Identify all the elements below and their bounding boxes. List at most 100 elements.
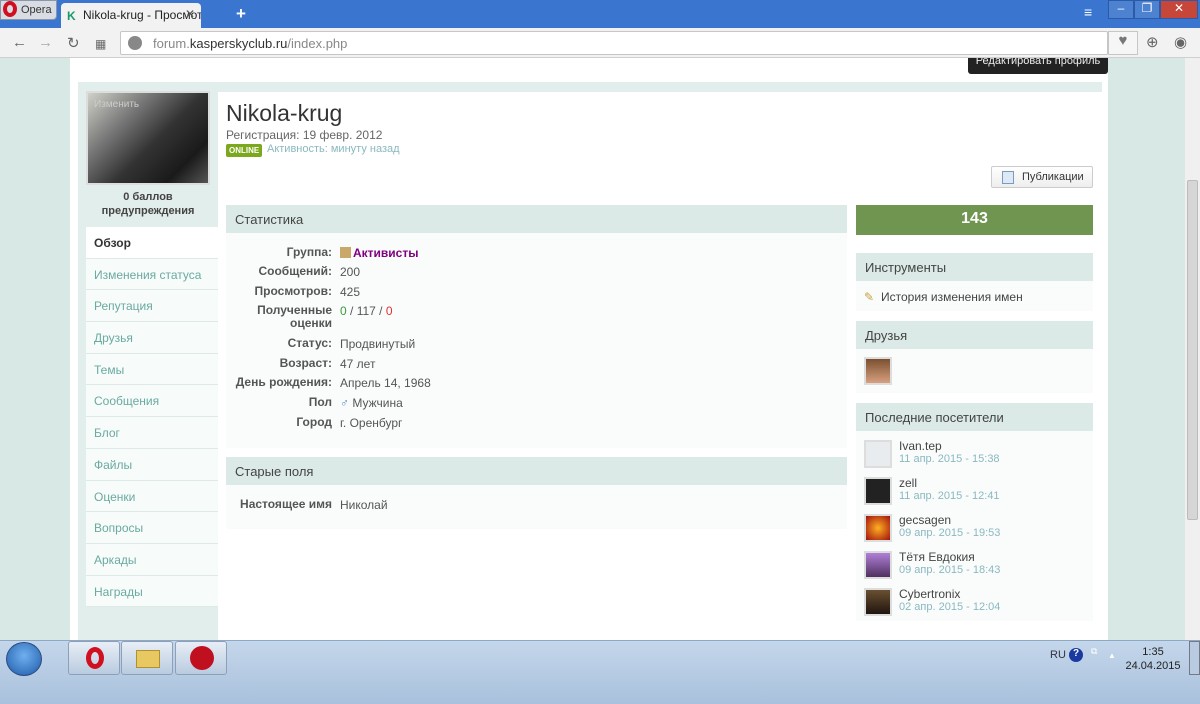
stat-value: Апрель 14, 1968 — [340, 376, 431, 390]
clock-time: 1:35 — [1142, 646, 1164, 658]
sidebar-item-topics[interactable]: Темы — [86, 353, 218, 386]
tab-active[interactable]: K Nikola-krug - Просмотр п✕ — [61, 3, 201, 28]
sidebar-item-status[interactable]: Изменения статуса — [86, 258, 218, 291]
sidebar-item-files[interactable]: Файлы — [86, 448, 218, 481]
bookmark-heart-icon[interactable]: ♥ — [1108, 31, 1138, 55]
kaspersky-favicon-icon: K — [67, 9, 76, 23]
url-path: /index.php — [287, 36, 348, 51]
sidebar-item-posts[interactable]: Сообщения — [86, 385, 218, 418]
visitor-name[interactable]: gecsagen — [899, 513, 951, 527]
old-fields-title: Старые поля — [226, 457, 847, 485]
visitors-body: Ivan.tep 11 апр. 2015 - 15:38 zell 11 апр.… — [856, 431, 1093, 621]
language-indicator[interactable]: RU — [1050, 649, 1066, 661]
sidebar-item-overview[interactable]: Обзор — [86, 227, 218, 259]
opera-menu-button[interactable]: Opera — [0, 0, 57, 20]
account-icon[interactable]: ◉ — [1174, 33, 1187, 51]
field-label: Настоящее имя — [240, 497, 332, 511]
visitors-title: Последние посетители — [856, 403, 1093, 431]
sidebar-item-blog[interactable]: Блог — [86, 417, 218, 449]
taskbar-explorer[interactable] — [121, 641, 173, 675]
folder-icon — [136, 650, 160, 668]
help-icon[interactable]: ? — [1069, 648, 1083, 662]
sidebar-item-arcades[interactable]: Аркады — [86, 543, 218, 576]
visitor-date: 11 апр. 2015 - 15:38 — [899, 453, 1000, 465]
reload-button[interactable]: ↻ — [67, 34, 80, 52]
stat-value: Продвинутый — [340, 337, 416, 351]
registration-date: Регистрация: 19 февр. 2012 — [226, 128, 383, 142]
show-hidden-icons[interactable]: ▲ — [1108, 651, 1116, 660]
sidebar-item-questions[interactable]: Вопросы — [86, 512, 218, 544]
stat-label: Город — [296, 415, 332, 429]
back-button[interactable]: ← — [12, 34, 27, 51]
opera-logo-icon — [3, 1, 17, 17]
close-tab-icon[interactable]: ✕ — [185, 7, 195, 21]
last-activity: Активность: минуту назад — [267, 143, 400, 155]
stat-label: Возраст: — [279, 356, 332, 370]
visitor-avatar[interactable] — [864, 514, 892, 542]
sidebar-item-friends[interactable]: Друзья — [86, 322, 218, 354]
positive-ratings: 0 — [340, 304, 347, 318]
maximize-button[interactable]: ❐ — [1134, 0, 1160, 19]
publications-button[interactable]: Публикации — [991, 166, 1093, 188]
visitor-name[interactable]: Тётя Евдокия — [899, 550, 975, 564]
visitor-name[interactable]: Cybertronix — [899, 587, 960, 601]
neutral-ratings: 117 — [356, 304, 376, 318]
start-button[interactable] — [6, 642, 42, 676]
stat-label: Полученные оценки — [257, 303, 332, 330]
visitor-avatar[interactable] — [864, 588, 892, 616]
friend-avatar[interactable] — [864, 357, 892, 385]
taskbar-opera[interactable] — [68, 641, 120, 675]
tab-menu-icon[interactable]: ≡ — [1084, 4, 1092, 20]
profile-photo[interactable]: Изменить — [86, 91, 210, 185]
url-prefix: forum. — [153, 36, 190, 51]
visitor-date: 11 апр. 2015 - 12:41 — [899, 490, 1000, 502]
visitor-avatar[interactable] — [864, 477, 892, 505]
document-icon — [1002, 171, 1014, 184]
old-fields-section: Старые поля Настоящее имя Николай — [226, 457, 847, 529]
address-bar[interactable]: forum.kasperskyclub.ru/index.php — [120, 31, 1108, 55]
forward-button[interactable]: → — [38, 34, 53, 51]
tools-body: ✎ История изменения имен — [856, 281, 1093, 311]
group-link[interactable]: Активисты — [353, 246, 418, 260]
warning-points: 0 баллов предупреждения — [101, 191, 195, 217]
male-icon: ♂ — [340, 396, 353, 410]
network-icon[interactable]: ⧉ — [1091, 646, 1097, 657]
edit-profile-button[interactable]: Редактировать профиль — [968, 58, 1108, 74]
sidebar-item-reputation[interactable]: Репутация — [86, 290, 218, 323]
visitor-avatar[interactable] — [864, 551, 892, 579]
friends-title: Друзья — [856, 321, 1093, 349]
separator: / — [375, 304, 386, 318]
field-value: Николай — [340, 498, 388, 512]
visitor-date: 09 апр. 2015 - 19:53 — [899, 527, 1001, 539]
stat-value: г. Оренбург — [340, 416, 403, 430]
sidebar-item-ratings[interactable]: Оценки — [86, 480, 218, 513]
visitor-date: 02 апр. 2015 - 12:04 — [899, 601, 1001, 613]
stat-value: 200 — [340, 265, 361, 279]
stat-label: Сообщений: — [258, 264, 332, 278]
stat-label: Группа: — [286, 245, 332, 259]
visitor-avatar[interactable] — [864, 440, 892, 468]
new-tab-button[interactable]: + — [236, 4, 246, 24]
stat-label: День рождения: — [235, 375, 332, 389]
taskbar-opera-next[interactable] — [175, 641, 227, 675]
group-icon — [340, 247, 351, 258]
clock-date: 24.04.2015 — [1125, 660, 1181, 672]
name-history-link[interactable]: История изменения имен — [881, 290, 1023, 304]
scrollbar-thumb[interactable] — [1187, 180, 1198, 520]
stat-label: Статус: — [287, 336, 332, 350]
stats-title: Статистика — [226, 205, 847, 233]
show-desktop-button[interactable] — [1189, 641, 1200, 675]
minimize-button[interactable]: – — [1108, 0, 1134, 19]
speed-dial-icon[interactable]: ▦ — [95, 37, 106, 51]
sidebar-item-awards[interactable]: Награды — [86, 575, 218, 608]
visitor-name[interactable]: Ivan.tep — [899, 439, 942, 453]
change-photo-link[interactable]: Изменить — [94, 99, 139, 110]
tools-title: Инструменты — [856, 253, 1093, 281]
separator: / — [346, 304, 357, 318]
clock[interactable]: 1:35 24.04.2015 — [1118, 645, 1188, 673]
close-window-button[interactable]: ✕ — [1160, 0, 1198, 19]
visitor-name[interactable]: zell — [899, 476, 917, 490]
stats-section: Статистика Группа: Активисты Сообщений: 20… — [226, 205, 847, 448]
stat-label: Просмотров: — [254, 284, 332, 298]
download-icon[interactable]: ⊕ — [1146, 33, 1159, 51]
